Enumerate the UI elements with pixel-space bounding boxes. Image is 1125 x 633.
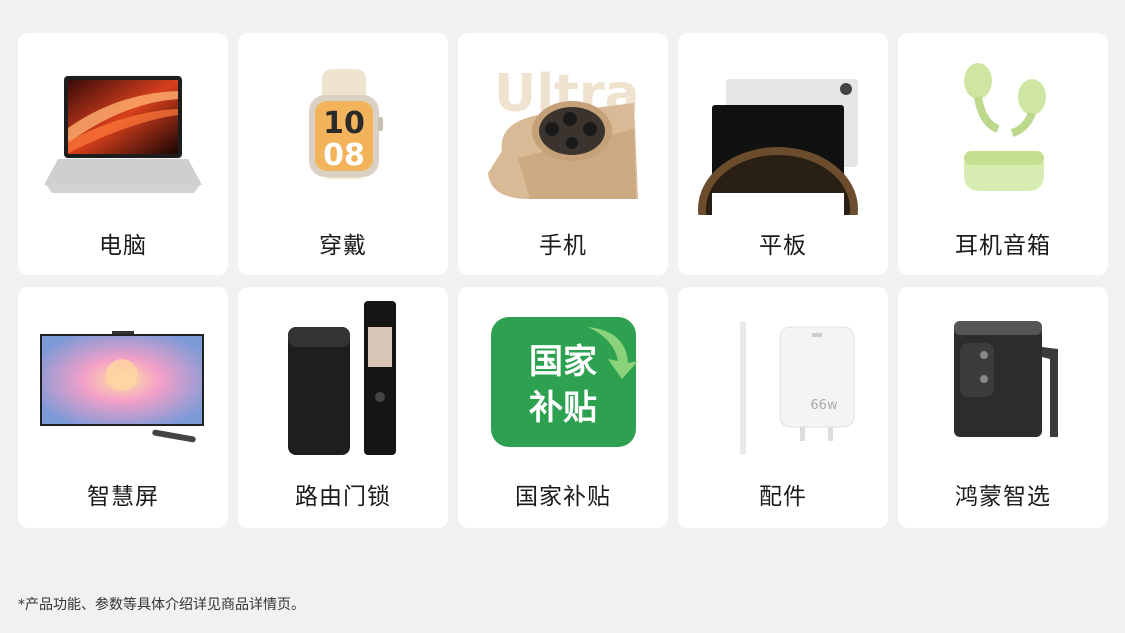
footnote: *产品功能、参数等具体介绍详见商品详情页。 [18,597,305,613]
category-card-computer[interactable]: 电脑 [18,33,228,275]
category-card-audio[interactable]: 耳机音箱 [898,33,1108,275]
subsidy-line2: 补贴 [529,388,597,428]
smartwatch-icon: 10 08 [309,69,383,179]
category-card-smart-screen[interactable]: 智慧屏 [18,287,228,528]
phone-icon: Ultra [488,64,640,199]
category-label: 路由门锁 [295,484,391,510]
smart-screen-icon [40,331,204,443]
category-card-accessories[interactable]: 66w 配件 [678,287,888,528]
national-subsidy-icon: 国家 补贴 [491,317,638,447]
category-label: 耳机音箱 [955,233,1051,259]
category-label: 电脑 [99,233,147,259]
watch-minute: 08 [323,138,365,173]
laptop-icon [44,75,202,193]
earbuds-icon [964,63,1046,191]
router-lock-icon [288,301,396,455]
category-label: 配件 [759,484,807,510]
category-label: 手机 [539,233,587,259]
charger-pen-icon: 66w [740,321,855,455]
category-card-phone[interactable]: Ultra 手机 [458,33,668,275]
category-label: 国家补贴 [515,484,611,510]
category-label: 智慧屏 [87,484,159,510]
category-card-router-lock[interactable]: 路由门锁 [238,287,448,528]
category-card-national-subsidy[interactable]: 国家 补贴 国家补贴 [458,287,668,528]
category-card-harmony-select[interactable]: 鸿蒙智选 [898,287,1108,528]
charger-wattage: 66w [810,398,838,413]
tablet-icon [698,79,858,215]
category-card-tablet[interactable]: 平板 [678,33,888,275]
subsidy-line1: 国家 [529,342,597,382]
watch-hour: 10 [323,106,365,141]
category-label: 穿戴 [319,233,367,259]
water-dispenser-icon [954,321,1058,437]
category-label: 平板 [759,233,807,259]
category-card-wearable[interactable]: 10 08 穿戴 [238,33,448,275]
category-label: 鸿蒙智选 [955,484,1051,510]
